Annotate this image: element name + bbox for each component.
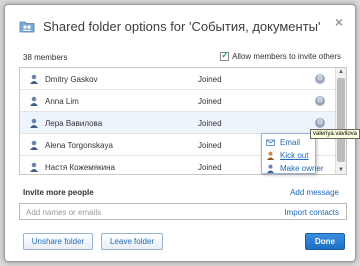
menu-item-label: Kick out [280,151,309,160]
gear-icon[interactable]: ⚙ [315,118,325,128]
member-name: Anna Lim [45,97,79,106]
scrollbar-thumb[interactable] [337,78,345,162]
user-icon [29,96,39,106]
shared-folder-dialog: Shared folder options for 'События, доку… [4,4,356,262]
shared-folder-icon [19,18,35,34]
member-status: Joined [198,163,222,172]
member-status: Joined [198,75,222,84]
user-icon [29,140,39,150]
member-status: Joined [198,97,222,106]
close-icon[interactable]: × [332,15,346,29]
member-row[interactable]: Dmitry Gaskov Joined ⚙ [20,68,336,90]
unshare-folder-button[interactable]: Unshare folder [23,233,93,250]
import-contacts-link[interactable]: Import contacts [284,208,339,217]
allow-invite-toggle[interactable]: Allow members to invite others [220,50,341,61]
user-icon [266,151,275,160]
menu-item-make-owner[interactable]: Make owner [266,163,324,174]
member-row[interactable]: Anna Lim Joined ⚙ [20,90,336,112]
user-icon [266,164,275,173]
dialog-title: Shared folder options for 'События, доку… [43,18,321,34]
member-row[interactable]: Лера Вавилова Joined ⚙ [20,112,336,134]
scroll-down-icon[interactable]: ▼ [336,166,346,174]
done-button[interactable]: Done [305,233,345,250]
menu-item-label: Email [280,138,301,147]
member-context-menu: Email Kick out Make owner [261,133,324,174]
allow-invite-checkbox[interactable] [220,50,230,61]
invite-heading: Invite more people [23,188,94,197]
members-count: 38 members [23,53,68,62]
members-scrollbar[interactable]: ▲ ▼ [335,68,346,174]
member-status: Joined [198,141,222,150]
menu-item-label: Make owner [280,164,324,173]
menu-item-email[interactable]: Email [266,137,300,148]
user-icon [29,118,39,128]
user-icon [29,162,39,172]
menu-item-kick-out[interactable]: Kick out [266,150,308,161]
member-name: Dmitry Gaskov [45,75,98,84]
member-name: Alena Torgonskaya [45,141,113,150]
scroll-up-icon[interactable]: ▲ [336,68,346,76]
add-message-link[interactable]: Add message [290,188,339,197]
user-icon [29,74,39,84]
email-tooltip: valeriya.vavilova [310,129,360,139]
dialog-header: Shared folder options for 'События, доку… [19,15,320,37]
gear-icon[interactable]: ⚙ [315,96,325,106]
leave-folder-button[interactable]: Leave folder [101,233,163,250]
invite-input-placeholder: Add names or emails [26,208,102,217]
envelope-icon [266,138,275,147]
invite-input[interactable]: Add names or emails Import contacts [19,203,347,220]
gear-icon[interactable]: ⚙ [315,74,325,84]
member-name: Лера Вавилова [45,119,103,128]
member-status: Joined [198,119,222,128]
allow-invite-label: Allow members to invite others [232,52,341,61]
member-name: Настя Кожемякина [45,163,115,172]
